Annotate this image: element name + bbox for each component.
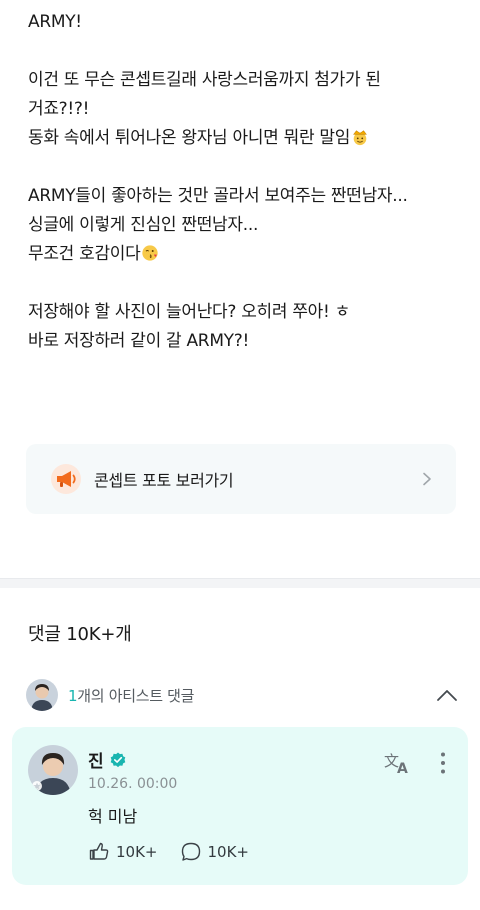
chevron-right-icon	[423, 472, 431, 486]
translate-icon[interactable]: 文 A	[384, 751, 412, 775]
artist-comment-count: 1개의 아티스트 댓글	[68, 685, 436, 706]
artist-comments-toggle[interactable]: 1개의 아티스트 댓글	[26, 676, 460, 714]
like-button[interactable]: 10K+	[88, 841, 158, 863]
artist-count-number: 1	[68, 686, 78, 705]
kiss-emoji-icon	[142, 245, 159, 261]
post-line: 이건 또 무슨 콘셉트길래 사랑스러움까지 첨가가 된	[28, 70, 381, 90]
verified-badge-icon	[110, 752, 125, 767]
reply-button[interactable]: 10K+	[180, 841, 250, 863]
reply-bubble-icon	[181, 842, 200, 861]
post-line-blank	[28, 153, 458, 182]
post-line: ARMY!	[28, 12, 82, 32]
banner-label: 콘셉트 포토 보러가기	[94, 471, 234, 490]
post-line-with-emoji: 무조건 호감이다	[28, 240, 458, 269]
post-line-with-emoji: 동화 속에서 튀어나온 왕자님 아니면 뭐란 말임	[28, 124, 458, 153]
megaphone-icon	[51, 464, 81, 494]
reply-count: 10K+	[207, 843, 250, 861]
post-line: 저장해야 할 사진이 늘어난다? 오히려 쭈아! ㅎ	[28, 302, 350, 322]
like-icon	[89, 842, 109, 860]
post-line: 바로 저장하러 같이 갈 ARMY?!	[28, 331, 250, 351]
artist-comment-card: 진 10.26. 00:00 헉 미남 文 A 10K+ 10K+	[12, 727, 468, 885]
reaction-row: 10K+ 10K+	[88, 841, 271, 863]
post-body: ARMY! 이건 또 무슨 콘셉트길래 사랑스러움까지 첨가가 된 거죠?!?!…	[28, 8, 458, 356]
post-line: 거죠?!?!	[28, 99, 90, 119]
post-line-text: 무조건 호감이다	[28, 244, 141, 264]
artist-count-label: 개의 아티스트 댓글	[77, 686, 195, 705]
post-line-blank	[28, 37, 458, 66]
svg-text:A: A	[397, 761, 408, 775]
post-line: 싱글에 이렇게 진심인 짠떤남자...	[28, 215, 259, 235]
comment-author[interactable]: 진	[88, 747, 104, 772]
comment-timestamp: 10.26. 00:00	[88, 776, 178, 792]
comment-count-header: 댓글 10K+개	[28, 624, 132, 645]
comment-text: 헉 미남	[88, 807, 138, 826]
chevron-up-icon[interactable]	[436, 688, 458, 702]
section-divider	[0, 578, 480, 588]
avatar	[26, 679, 58, 711]
avatar[interactable]	[28, 745, 78, 795]
like-count: 10K+	[116, 843, 158, 861]
crown-emoji-icon	[353, 130, 367, 146]
concept-photo-link-banner[interactable]: 콘셉트 포토 보러가기	[26, 444, 456, 514]
post-line: ARMY들이 좋아하는 것만 골라서 보여주는 짠떤남자...	[28, 186, 408, 206]
post-line-text: 동화 속에서 튀어나온 왕자님 아니면 뭐란 말임	[28, 128, 351, 148]
comment-author-row: 진	[88, 747, 126, 772]
post-line-blank	[28, 269, 458, 298]
more-options-icon[interactable]	[440, 751, 446, 775]
